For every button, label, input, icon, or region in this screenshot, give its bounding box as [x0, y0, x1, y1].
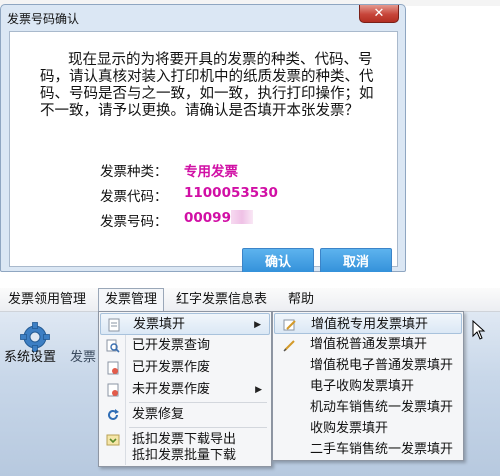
submenu-item-label: 二手车销售统一发票填开	[310, 442, 454, 457]
dropdown-item-label: 发票填开	[133, 317, 186, 332]
submenu-item-label: 收购发票填开	[310, 421, 389, 436]
invoice-code-row: 发票代码： 1100053530	[100, 185, 278, 205]
pencil-icon	[283, 319, 296, 331]
refresh-icon	[108, 409, 119, 420]
invoice-confirm-dialog: 发票号码确认 ✕ 现在显示的为将要开具的发票的种类、代码、号码，请认真核对装入打…	[0, 4, 406, 278]
dropdown-item-label: 未开发票作废	[132, 382, 211, 397]
document-icon	[108, 318, 120, 332]
menubar: 发票领用管理 发票管理 红字发票信息表 帮助	[0, 288, 500, 312]
pencil-icon	[283, 340, 295, 352]
invoice-type-label: 发票种类：	[100, 164, 168, 180]
submenu-item-label: 机动车销售统一发票填开	[310, 400, 454, 415]
menu-separator	[129, 402, 267, 403]
close-button[interactable]: ✕	[359, 5, 399, 23]
invoice-code-value: 1100053530	[184, 185, 278, 201]
menu-help[interactable]: 帮助	[282, 288, 320, 312]
dropdown-item-label: 发票修复	[132, 407, 185, 422]
submenu-item-vat-normal[interactable]: 增值税普通发票填开	[274, 334, 462, 355]
confirm-message-text: 现在显示的为将要开具的发票的种类、代码、号码，请认真核对装入打印机中的纸质发票的…	[40, 52, 374, 119]
submenu-item-vat-electronic[interactable]: 增值税电子普通发票填开	[274, 355, 462, 376]
menu-invoice-receive[interactable]: 发票领用管理	[2, 288, 92, 312]
redacted-digits	[230, 210, 253, 224]
dropdown-item-label: 已开发票查询	[132, 338, 211, 353]
invoice-number-value-wrap: 00099	[184, 210, 253, 226]
toolbar-system-settings[interactable]: 系统设置	[4, 346, 56, 365]
dropdown-item-unissued-void[interactable]: 未开发票作废 ▶	[100, 379, 270, 401]
dropdown-item-invoice-fill[interactable]: 发票填开 ▶	[100, 313, 270, 335]
menu-invoice-manage[interactable]: 发票管理	[98, 288, 165, 312]
invoice-fill-submenu: 增值税专用发票填开 增值税普通发票填开 增值税电子普通发票填开 电子收购发票填开…	[272, 311, 464, 461]
dropdown-item-label: 已开发票作废	[132, 360, 211, 375]
invoice-number-row: 发票号码： 00099	[100, 210, 253, 230]
submenu-item-electronic-purchase[interactable]: 电子收购发票填开	[274, 376, 462, 397]
invoice-manage-dropdown: 发票填开 ▶ 已开发票查询 已开发票作废 未开发票作废 ▶ 发票修复 抵扣发票下…	[98, 311, 272, 467]
dialog-title: 发票号码确认	[7, 12, 80, 26]
invoice-type-value: 专用发票	[184, 164, 238, 180]
dropdown-item-issued-void[interactable]: 已开发票作废	[100, 357, 270, 379]
invoice-type-row: 发票种类： 专用发票	[100, 160, 238, 180]
submenu-item-motor-vehicle[interactable]: 机动车销售统一发票填开	[274, 397, 462, 418]
menu-separator	[129, 427, 267, 428]
separator-space	[0, 272, 500, 288]
dropdown-item-label: 抵扣发票批量下载	[132, 448, 237, 463]
blank-void-icon	[107, 383, 119, 397]
invoice-number-value: 00099	[184, 210, 231, 226]
dropdown-item-deduction-batch[interactable]: 抵扣发票批量下载	[100, 445, 270, 467]
search-icon	[106, 339, 120, 353]
submenu-item-label: 增值税电子普通发票填开	[310, 358, 454, 373]
dialog-body: 现在显示的为将要开具的发票的种类、代码、号码，请认真核对装入打印机中的纸质发票的…	[9, 31, 398, 278]
submenu-arrow-icon: ▶	[255, 385, 262, 395]
dropdown-item-issued-query[interactable]: 已开发票查询	[100, 335, 270, 357]
dropdown-item-invoice-repair[interactable]: 发票修复	[100, 404, 270, 426]
submenu-item-purchase[interactable]: 收购发票填开	[274, 418, 462, 439]
void-document-icon	[107, 361, 119, 375]
submenu-item-label: 增值税专用发票填开	[311, 317, 429, 332]
submenu-item-label: 电子收购发票填开	[310, 379, 415, 394]
submenu-item-label: 增值税普通发票填开	[310, 337, 428, 352]
dialog-titlebar[interactable]: 发票号码确认 ✕	[1, 5, 405, 29]
menu-red-invoice-info[interactable]: 红字发票信息表	[170, 288, 273, 312]
toolbar-invoice[interactable]: 发票	[70, 346, 96, 365]
invoice-code-label: 发票代码：	[100, 189, 168, 205]
submenu-arrow-icon: ▶	[254, 320, 261, 330]
confirm-message: 现在显示的为将要开具的发票的种类、代码、号码，请认真核对装入打印机中的纸质发票的…	[40, 52, 380, 120]
submenu-item-vat-special[interactable]: 增值税专用发票填开	[274, 313, 462, 334]
invoice-number-label: 发票号码：	[100, 214, 168, 230]
mouse-cursor-icon	[472, 320, 486, 340]
submenu-item-used-car[interactable]: 二手车销售统一发票填开	[274, 439, 462, 460]
